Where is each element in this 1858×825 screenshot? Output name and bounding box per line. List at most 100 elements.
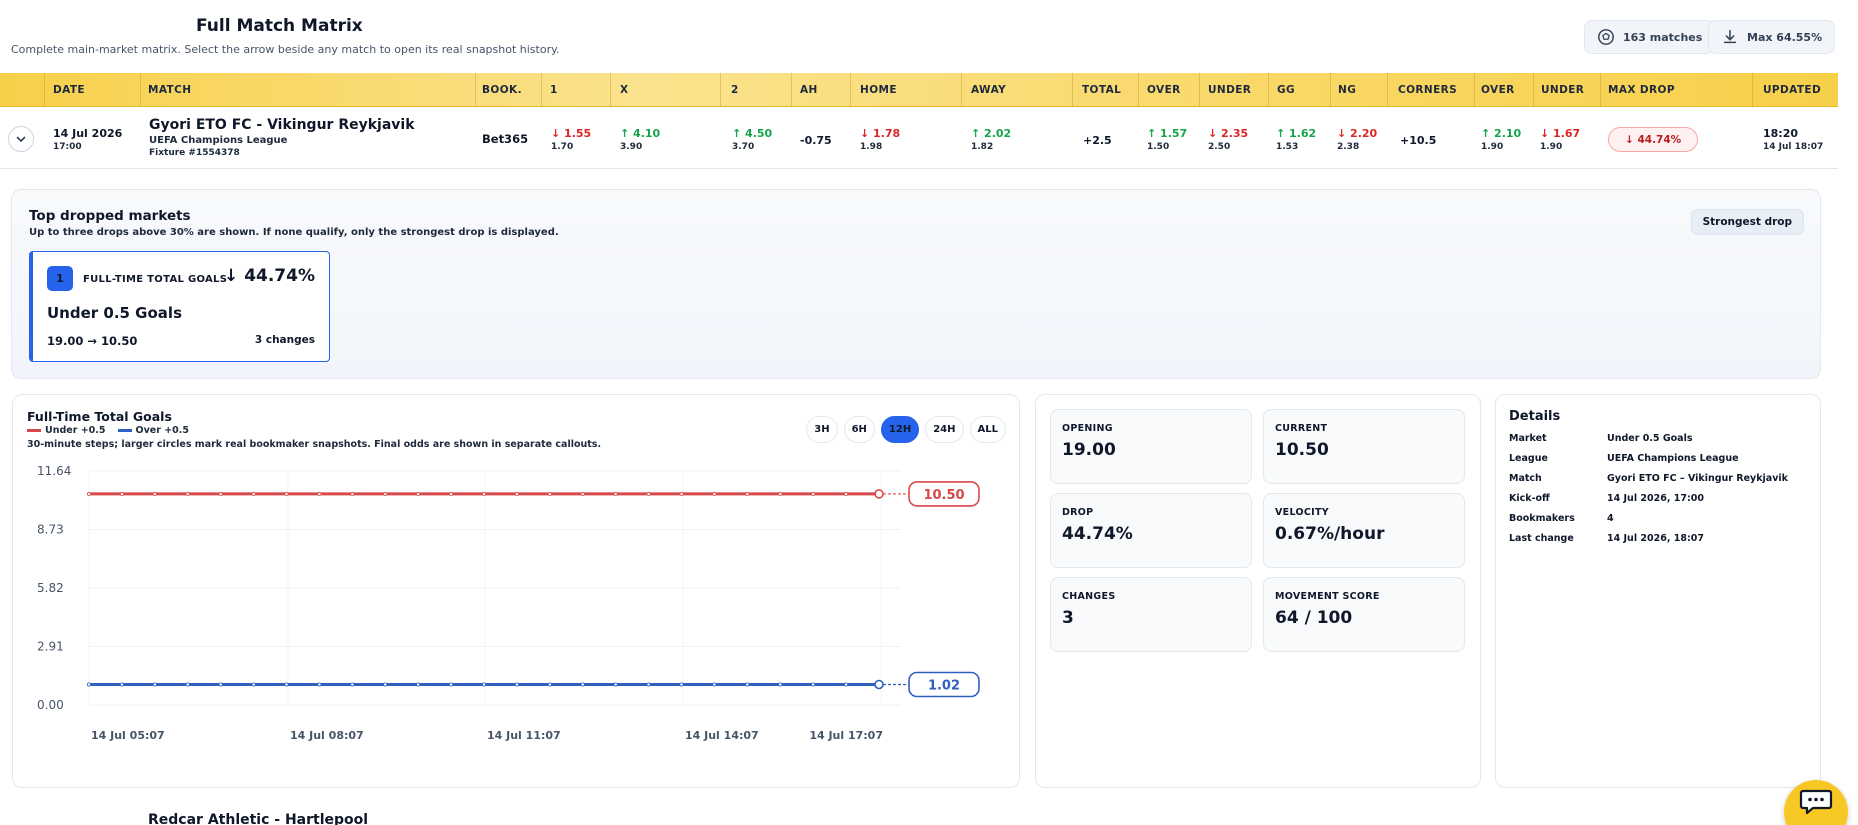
snapshot-point (874, 679, 884, 690)
stat-current: CURRENT 10.50 (1263, 409, 1465, 484)
detail-key-last-change: Last change (1509, 533, 1574, 544)
stats-panel: OPENING 19.00 CURRENT 10.50 DROP 44.74% VEL… (1035, 394, 1481, 788)
drop-selection: Under 0.5 Goals (47, 304, 182, 322)
col-gg[interactable]: GG (1277, 84, 1295, 96)
step-point (383, 491, 388, 496)
col-away[interactable]: AWAY (971, 84, 1006, 96)
col-ng[interactable]: NG (1338, 84, 1356, 96)
max-drop-download-pill[interactable]: Max 64.55% (1708, 20, 1836, 54)
step-point (87, 491, 92, 496)
football-icon (1598, 29, 1614, 45)
col-corners[interactable]: CORNERS (1398, 84, 1457, 96)
col-2[interactable]: 2 (731, 84, 739, 96)
odds-gg: ↑ 1.62 1.53 (1276, 127, 1317, 152)
range-all-button[interactable]: ALL (969, 416, 1006, 443)
range-3h-button[interactable]: 3H (806, 416, 838, 443)
details-panel: Details Market Under 0.5 Goals League UE… (1495, 394, 1821, 788)
stat-opening: OPENING 19.00 (1050, 409, 1252, 484)
step-point (580, 491, 585, 496)
x-tick-label: 14 Jul 14:07 (685, 729, 759, 742)
detail-value-match: Gyori ETO FC – Vikingur Reykjavik (1607, 473, 1788, 484)
step-point (317, 682, 322, 687)
expand-row-button[interactable] (8, 126, 34, 152)
drop-market: FULL-TIME TOTAL GOALS (83, 274, 228, 285)
step-point (152, 682, 157, 687)
final-odds-label: 1.02 (928, 678, 960, 693)
step-point (284, 491, 289, 496)
chart-legend: Under +0.5 Over +0.5 (27, 425, 189, 436)
col-max-drop[interactable]: MAX DROP (1608, 84, 1675, 96)
y-tick-label: 2.91 (37, 640, 64, 654)
detail-value-market: Under 0.5 Goals (1607, 433, 1693, 444)
strongest-drop-button[interactable]: Strongest drop (1690, 209, 1804, 235)
col-x[interactable]: X (620, 84, 629, 96)
match-league: UEFA Champions League (149, 135, 288, 146)
x-tick-label: 14 Jul 05:07 (91, 729, 165, 742)
col-corners-over[interactable]: OVER (1481, 84, 1515, 96)
col-bookmaker[interactable]: BOOK. (482, 84, 522, 96)
odds-line-chart: 0.00 2.91 5.82 8.73 11.64 14 Jul 05:07 14 Jul … (37, 464, 980, 742)
range-24h-button[interactable]: 24H (925, 416, 964, 443)
drops-title: Top dropped markets (29, 208, 191, 224)
col-match[interactable]: MATCH (148, 84, 191, 96)
chevron-down-icon (16, 136, 26, 143)
step-point (613, 682, 618, 687)
step-point (185, 682, 190, 687)
col-under[interactable]: UNDER (1208, 84, 1251, 96)
next-match-name[interactable]: Redcar Athletic - Hartlepool (148, 812, 368, 825)
drop-percent: ↓ 44.74% (224, 266, 315, 286)
range-selector: 3H 6H 12H 24H ALL (806, 416, 1006, 443)
page-title: Full Match Matrix (196, 16, 363, 36)
step-point (119, 682, 124, 687)
odds-corners-over: ↑ 2.10 1.90 (1481, 127, 1522, 152)
range-6h-button[interactable]: 6H (843, 416, 875, 443)
col-corners-under[interactable]: UNDER (1541, 84, 1584, 96)
page-subtitle: Complete main-market matrix. Select the … (11, 43, 560, 56)
step-point (449, 682, 454, 687)
detail-value-last-change: 14 Jul 2026, 18:07 (1607, 533, 1704, 544)
step-point (646, 491, 651, 496)
step-point (778, 682, 783, 687)
step-point (712, 682, 717, 687)
matches-count-pill[interactable]: 163 matches (1584, 20, 1716, 54)
col-1[interactable]: 1 (550, 84, 558, 96)
col-total[interactable]: TOTAL (1082, 84, 1121, 96)
odds-over: ↑ 1.57 1.50 (1147, 127, 1188, 152)
col-home[interactable]: HOME (860, 84, 897, 96)
detail-key-kickoff: Kick-off (1509, 493, 1550, 504)
step-point (87, 682, 92, 687)
col-date[interactable]: DATE (53, 84, 85, 96)
top-bar: Full Match Matrix Complete main-market m… (0, 0, 1858, 72)
step-point (416, 682, 421, 687)
y-tick-label: 8.73 (37, 523, 64, 537)
table-row[interactable]: 14 Jul 2026 17:00 Gyori ETO FC - Vikingu… (0, 107, 1838, 169)
odds-x: ↑ 4.10 3.90 (620, 127, 661, 152)
max-drop-label: Max 64.55% (1747, 30, 1823, 44)
detail-key-bookmakers: Bookmakers (1509, 513, 1575, 524)
row-match[interactable]: Gyori ETO FC - Vikingur Reykjavik UEFA C… (149, 117, 415, 158)
legend-item-over: Over +0.5 (117, 425, 189, 436)
col-updated[interactable]: UPDATED (1763, 84, 1821, 96)
matches-count-label: 163 matches (1623, 30, 1703, 44)
details-title: Details (1509, 409, 1561, 424)
step-point (350, 682, 355, 687)
odds-home: ↓ 1.78 1.98 (860, 127, 901, 152)
odds-ng: ↓ 2.20 2.38 (1337, 127, 1378, 152)
drop-range: 19.00 → 10.50 (47, 334, 138, 348)
step-point (547, 682, 552, 687)
drops-subtitle: Up to three drops above 30% are shown. I… (29, 227, 559, 238)
range-12h-button[interactable]: 12H (880, 416, 920, 443)
step-point (712, 491, 717, 496)
drop-card[interactable]: 1 FULL-TIME TOTAL GOALS ↓ 44.74% Under 0… (29, 251, 330, 362)
col-ah[interactable]: AH (800, 84, 818, 96)
snapshot-point (874, 489, 884, 499)
row-time: 17:00 (53, 142, 82, 152)
step-point (185, 491, 190, 496)
match-name[interactable]: Gyori ETO FC - Vikingur Reykjavik (149, 117, 415, 133)
col-over[interactable]: OVER (1147, 84, 1181, 96)
y-tick-label: 0.00 (37, 698, 64, 712)
step-point (811, 682, 816, 687)
top-drops-panel: Top dropped markets Up to three drops ab… (11, 189, 1821, 379)
row-bookmaker: Bet365 (482, 132, 529, 146)
y-tick-label: 5.82 (37, 581, 64, 595)
